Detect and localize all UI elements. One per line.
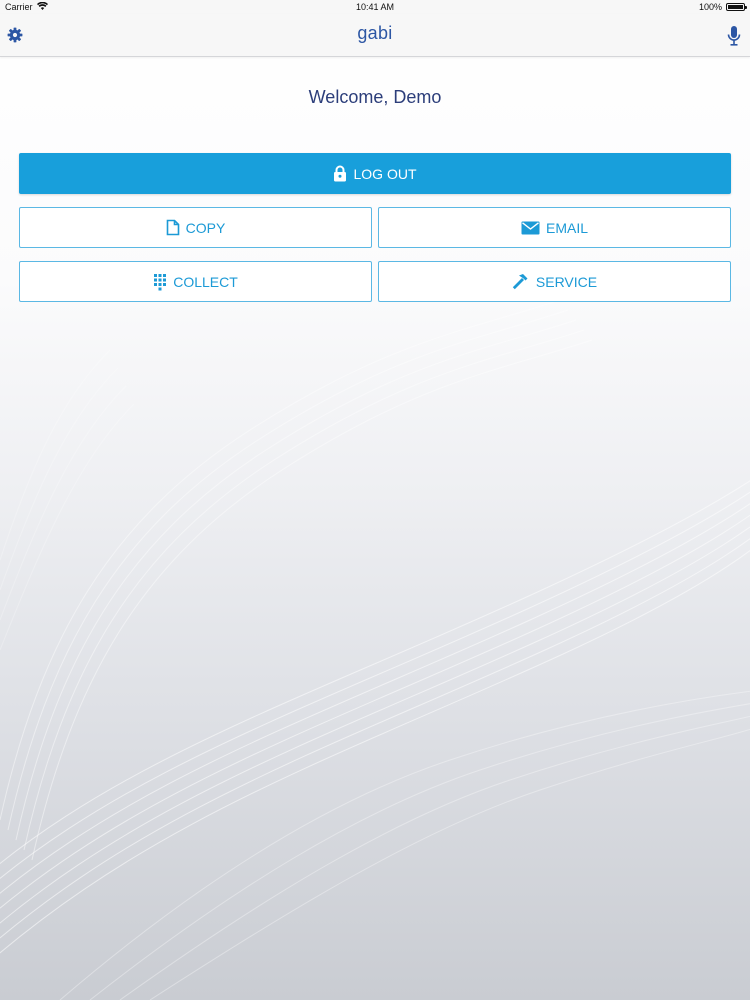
background-wave-graphic — [0, 299, 750, 1000]
status-right: 100% — [698, 2, 747, 12]
logout-label: LOG OUT — [353, 165, 417, 182]
copy-label: COPY — [185, 219, 226, 236]
email-label: EMAIL — [545, 219, 588, 236]
logout-button[interactable]: LOG OUT — [19, 153, 731, 194]
status-time: 10:41 AM — [355, 2, 395, 12]
battery-percent: 100% — [698, 2, 722, 12]
service-label: SERVICE — [535, 273, 598, 290]
copy-button[interactable]: COPY — [19, 207, 372, 248]
navigation-bar: gabi — [0, 14, 750, 57]
collect-label: COLLECT — [173, 273, 238, 290]
lock-icon — [333, 165, 347, 182]
document-icon — [166, 219, 180, 236]
collect-button[interactable]: COLLECT — [19, 261, 372, 302]
welcome-message: Welcome, Demo — [308, 87, 442, 107]
app-title: gabi — [357, 23, 393, 43]
service-button[interactable]: SERVICE — [378, 261, 731, 302]
status-bar: Carrier 10:41 AM 100% — [0, 0, 750, 14]
email-button[interactable]: EMAIL — [378, 207, 731, 248]
hammer-icon — [512, 273, 530, 290]
keypad-icon — [153, 273, 167, 291]
battery-icon — [726, 3, 747, 11]
battery-level-fill — [728, 5, 743, 9]
envelope-icon — [521, 221, 540, 235]
microphone-icon[interactable] — [726, 25, 742, 47]
